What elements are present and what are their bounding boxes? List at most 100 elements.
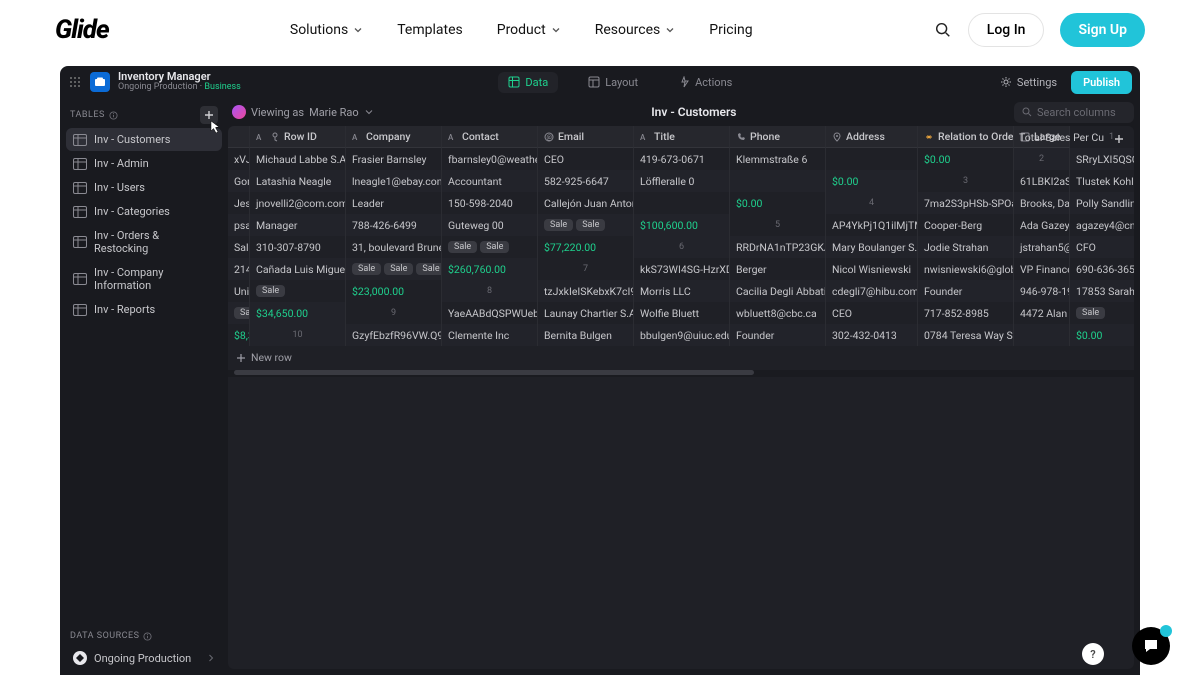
col-total-sales[interactable]: Total Sales Per Cu bbox=[1019, 131, 1104, 144]
cell-company[interactable]: Cooper-Berg bbox=[918, 214, 1014, 236]
sidebar-table-item[interactable]: Inv - Reports bbox=[66, 298, 222, 321]
cell-email[interactable]: agazey4@cnn.com bbox=[1070, 214, 1134, 236]
new-row-button[interactable]: New row bbox=[228, 346, 1134, 369]
column-header[interactable]: ARow ID bbox=[250, 126, 346, 148]
sidebar-table-item[interactable]: Inv - Orders & Restocking bbox=[66, 224, 222, 260]
add-table-button[interactable] bbox=[200, 106, 218, 124]
cell-relation[interactable]: Sale bbox=[250, 280, 346, 302]
column-header[interactable]: @Email bbox=[538, 126, 634, 148]
cell-company[interactable]: Brooks, Davis and Coo bbox=[1014, 192, 1070, 214]
grip-icon[interactable] bbox=[68, 75, 82, 89]
signup-button[interactable]: Sign Up bbox=[1060, 13, 1145, 47]
cell-address[interactable]: Callejón Juan Antonio A bbox=[538, 192, 634, 214]
cell-rowid[interactable]: xVJuob8jSjmO-vb-6.q bbox=[228, 148, 250, 170]
sidebar-table-item[interactable]: Inv - Users bbox=[66, 176, 222, 199]
cell-address[interactable]: Löffleralle 0 bbox=[634, 170, 730, 192]
cell-address[interactable]: Guteweg 00 bbox=[442, 214, 538, 236]
cell-rowid[interactable]: tzJxkIeISKebxK7cI9T2 bbox=[538, 280, 634, 302]
cell-large[interactable]: $260,760.00 bbox=[442, 258, 538, 280]
cell-title[interactable]: Founder bbox=[918, 280, 1014, 302]
cell-contact[interactable]: Cacilia Degli Abbati bbox=[730, 280, 826, 302]
cell-email[interactable]: jstrahan5@buzzfeed.co bbox=[1014, 236, 1070, 258]
cell-contact[interactable]: Wolfie Bluett bbox=[634, 302, 730, 324]
row-number[interactable]: 7 bbox=[538, 258, 634, 280]
cell-title[interactable]: Founder bbox=[730, 324, 826, 346]
cell-title[interactable]: CEO bbox=[538, 148, 634, 170]
cell-phone[interactable]: 788-426-6499 bbox=[346, 214, 442, 236]
cell-company[interactable]: Mary Boulanger S.A.S. bbox=[826, 236, 918, 258]
tab-layout[interactable]: Layout bbox=[578, 72, 648, 93]
cell-rowid[interactable]: SRryLXI5QSCHN1vv36 bbox=[1070, 148, 1134, 170]
sidebar-table-item[interactable]: Inv - Company Information bbox=[66, 261, 222, 297]
row-number[interactable]: 4 bbox=[826, 192, 918, 214]
row-number[interactable]: 3 bbox=[918, 170, 1014, 192]
cell-phone[interactable]: 419-673-0671 bbox=[634, 148, 730, 170]
cell-company[interactable]: Gonzalez and Sons bbox=[228, 170, 250, 192]
cell-large[interactable]: $34,650.00 bbox=[250, 302, 346, 324]
cell-contact[interactable]: Jodie Strahan bbox=[918, 236, 1014, 258]
cell-company[interactable]: Launay Chartier S.A.S. bbox=[538, 302, 634, 324]
cell-title[interactable]: CFO bbox=[1070, 236, 1134, 258]
cell-company[interactable]: Michaud Labbe S.A.S. bbox=[250, 148, 346, 170]
cell-phone[interactable]: 717-852-8985 bbox=[918, 302, 1014, 324]
cell-contact[interactable]: Latashia Neagle bbox=[250, 170, 346, 192]
cell-relation[interactable] bbox=[730, 170, 826, 192]
cell-email[interactable]: lneagle1@ebay.com bbox=[346, 170, 442, 192]
cell-large[interactable]: $8,344.00 bbox=[228, 324, 250, 346]
cell-relation[interactable]: SaleSale bbox=[442, 236, 538, 258]
row-number[interactable]: 8 bbox=[442, 280, 538, 302]
cell-address[interactable]: 31, boulevard Brunet bbox=[346, 236, 442, 258]
cell-relation[interactable] bbox=[826, 148, 918, 170]
column-header[interactable]: Relation to Orders bbox=[918, 126, 1014, 148]
cell-rowid[interactable]: RRDrNA1nTP23GKAEY bbox=[730, 236, 826, 258]
cell-phone[interactable]: 690-636-3657 bbox=[1070, 258, 1134, 280]
cell-title[interactable]: VP Finance bbox=[1014, 258, 1070, 280]
cell-large[interactable]: $23,000.00 bbox=[346, 280, 442, 302]
search-icon[interactable] bbox=[934, 21, 952, 39]
sidebar-table-item[interactable]: Inv - Admin bbox=[66, 152, 222, 175]
nav-solutions[interactable]: Solutions bbox=[290, 22, 363, 38]
cell-email[interactable]: wbluett8@cbc.ca bbox=[730, 302, 826, 324]
cell-rowid[interactable]: AP4YkPj1Q1ilMjTMEen bbox=[826, 214, 918, 236]
datasource-item[interactable]: Ongoing Production bbox=[66, 645, 222, 671]
cell-contact[interactable]: Ada Gazey bbox=[1014, 214, 1070, 236]
cell-title[interactable]: Leader bbox=[346, 192, 442, 214]
cell-large[interactable]: $77,220.00 bbox=[538, 236, 634, 258]
cell-company[interactable]: Tlustek Kohl KG bbox=[1070, 170, 1134, 192]
cell-relation[interactable] bbox=[634, 192, 730, 214]
cell-rowid[interactable]: GzyfEbzfR96VW.Q9gg bbox=[346, 324, 442, 346]
cell-email[interactable]: bbulgen9@uiuc.edu bbox=[634, 324, 730, 346]
cell-contact[interactable]: Bernita Bulgen bbox=[538, 324, 634, 346]
column-header[interactable]: ACompany bbox=[346, 126, 442, 148]
app-logo-icon[interactable] bbox=[90, 72, 110, 92]
cell-contact[interactable]: Nicol Wisniewski bbox=[826, 258, 918, 280]
sidebar-table-item[interactable]: Inv - Customers bbox=[66, 128, 222, 151]
publish-button[interactable]: Publish bbox=[1071, 71, 1132, 94]
cell-email[interactable]: psandlin3@etsy.com bbox=[228, 214, 250, 236]
column-header[interactable]: ATitle bbox=[634, 126, 730, 148]
cell-relation[interactable]: SaleSaleSale bbox=[346, 258, 442, 280]
cell-address[interactable]: 4472 Alan Fork bbox=[1014, 302, 1070, 324]
cell-email[interactable]: fbarnsley0@weather.co bbox=[442, 148, 538, 170]
nav-templates[interactable]: Templates bbox=[397, 22, 463, 38]
row-number[interactable]: 2 bbox=[1014, 148, 1070, 170]
cell-relation[interactable]: SaleSale bbox=[538, 214, 634, 236]
sidebar-table-item[interactable]: Inv - Categories bbox=[66, 200, 222, 223]
cell-phone[interactable]: 302-432-0413 bbox=[826, 324, 918, 346]
tab-data[interactable]: Data bbox=[498, 72, 558, 93]
cell-company[interactable]: Morris LLC bbox=[634, 280, 730, 302]
cell-address[interactable]: 17853 Sarah Row Apt. bbox=[1070, 280, 1134, 302]
glide-logo[interactable]: Glide bbox=[55, 15, 109, 45]
cell-title[interactable]: CEO bbox=[826, 302, 918, 324]
cell-address[interactable]: 0784 Teresa Way Suite bbox=[918, 324, 1014, 346]
cell-phone[interactable]: 150-598-2040 bbox=[442, 192, 538, 214]
cell-relation[interactable]: Sale bbox=[1070, 302, 1134, 324]
cell-address[interactable]: Unit 1961 Box 1057 bbox=[228, 280, 250, 302]
cell-rowid[interactable]: YaeAABdQSPWUebMc bbox=[442, 302, 538, 324]
cell-phone[interactable]: 946-978-1938 bbox=[1014, 280, 1070, 302]
cell-large[interactable]: $0.00 bbox=[1070, 324, 1134, 346]
cell-large[interactable]: $0.00 bbox=[826, 170, 918, 192]
cell-address[interactable]: Cañada Luis Miguel Rib bbox=[250, 258, 346, 280]
cell-contact[interactable]: Polly Sandlin bbox=[1070, 192, 1134, 214]
help-button[interactable]: ? bbox=[1082, 643, 1104, 665]
